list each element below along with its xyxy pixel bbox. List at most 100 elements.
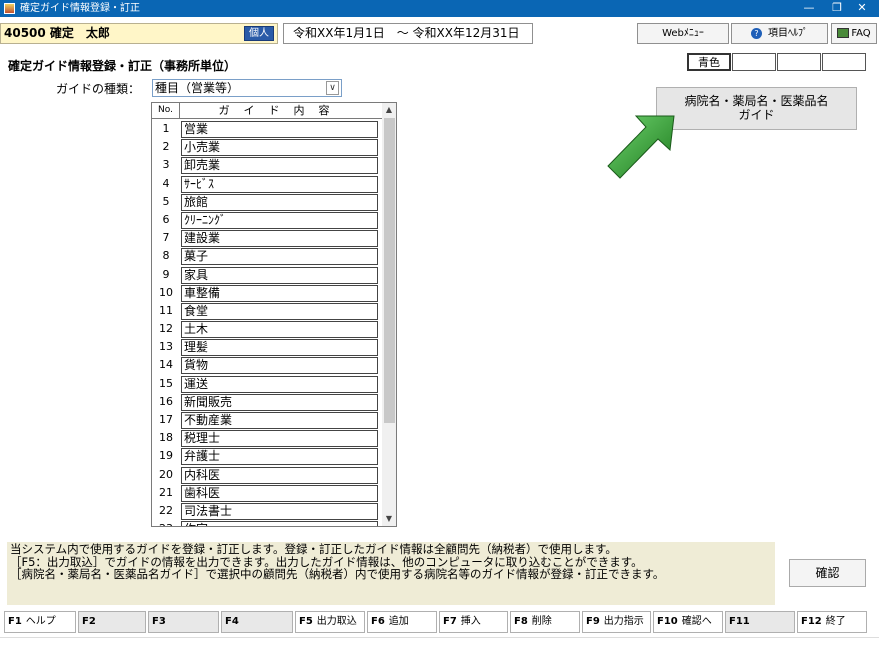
row-content-input[interactable]: 税理士 [181,430,378,448]
row-content-input[interactable]: 建設業 [181,230,378,248]
row-content-input[interactable]: 作家 [181,521,378,526]
fkey-f3-button[interactable]: F3 [148,611,219,633]
row-content-input[interactable]: 新聞販売 [181,393,378,411]
row-number: 17 [159,413,173,426]
table-row[interactable]: 5 旅館 [152,193,382,211]
table-row[interactable]: 11 食堂 [152,302,382,320]
fkey-key: F12 [801,616,822,627]
scroll-up-icon[interactable]: ▲ [382,103,396,117]
table-row[interactable]: 8 菓子 [152,247,382,266]
app-icon [4,3,15,14]
fkey-key: F9 [586,616,600,627]
fkey-f6-button[interactable]: F6 追加 [367,611,437,633]
row-number: 18 [159,431,173,445]
chevron-down-icon[interactable]: ∨ [326,81,339,95]
fkey-f8-button[interactable]: F8 削除 [510,611,580,633]
row-content-input[interactable]: 貨物 [181,357,378,375]
table-row[interactable]: 6 ｸﾘｰﾆﾝｸﾞ [152,211,382,229]
guide-type-value: 種目（営業等） [155,81,240,95]
title-bar: 確定ガイド情報登録・訂正 — ❐ ✕ [0,0,879,17]
row-number: 14 [159,358,173,372]
fkey-label: ヘルプ [25,616,56,627]
color-box-2 [732,53,776,71]
item-help-button[interactable]: ? 項目ﾍﾙﾌﾟ [731,23,828,44]
guide-list[interactable]: No. ガイド内容 1 営業 2 小売業 3 卸売業 4 ｻｰﾋﾞｽ 5 旅館 6 ｸﾘｰﾆﾝｸﾞ 7 建… [151,102,397,527]
row-number: 22 [159,503,173,517]
confirm-button[interactable]: 確認 [789,559,866,587]
scroll-down-icon[interactable]: ▼ [382,512,396,526]
fkey-f2-button[interactable]: F2 [78,611,146,633]
table-row[interactable]: 1 営業 [152,120,382,138]
table-row[interactable]: 19 弁護士 [152,447,382,466]
table-row[interactable]: 2 小売業 [152,138,382,157]
row-number: 5 [162,194,170,208]
row-content-input[interactable]: 理髪 [181,339,378,357]
fkey-f4-button[interactable]: F4 [221,611,293,633]
row-content-input[interactable]: 弁護士 [181,448,378,466]
fkey-key: F3 [152,616,166,627]
header-content: ガイド内容 [218,104,344,117]
guide-type-select[interactable]: 種目（営業等） ∨ [152,79,342,97]
row-content-input[interactable]: 営業 [181,121,378,138]
fkey-f5-button[interactable]: F5 出力取込 [295,611,365,633]
table-row[interactable]: 22 司法書士 [152,502,382,520]
table-row[interactable]: 15 運送 [152,375,382,393]
fkey-f1-button[interactable]: F1 ヘルプ [4,611,76,633]
row-content-input[interactable]: 土木 [181,321,378,339]
web-menu-button[interactable]: Webﾒﾆｭｰ [637,23,729,44]
table-row[interactable]: 23作家 [152,520,382,526]
row-content-input[interactable]: 歯科医 [181,484,378,502]
row-content-input[interactable]: 旅館 [181,193,378,211]
row-content-input[interactable]: 小売業 [181,139,378,157]
list-scrollbar[interactable]: ▲ ▼ [382,103,396,526]
row-number: 13 [159,340,173,354]
row-content-input[interactable]: 車整備 [181,284,378,302]
table-row[interactable]: 20 内科医 [152,466,382,484]
row-content-input[interactable]: 運送 [181,375,378,393]
table-row[interactable]: 7 建設業 [152,229,382,248]
fkey-f11-button[interactable]: F11 [725,611,795,633]
scroll-thumb[interactable] [384,118,395,423]
row-number: 15 [159,376,173,390]
table-row[interactable]: 3 卸売業 [152,156,382,175]
table-row[interactable]: 18 税理士 [152,429,382,448]
pointer-arrow-icon [607,115,675,179]
row-content-input[interactable]: 不動産業 [181,412,378,429]
table-row[interactable]: 17 不動産業 [152,411,382,429]
table-row[interactable]: 16 新聞販売 [152,393,382,411]
medical-guide-button[interactable]: 病院名・薬局名・医薬品名 ガイド [656,87,857,130]
row-content-input[interactable]: ｻｰﾋﾞｽ [181,175,378,193]
row-number: 11 [159,303,173,317]
fkey-f12-button[interactable]: F12 終了 [797,611,867,633]
table-row[interactable]: 21 歯科医 [152,484,382,502]
table-row[interactable]: 14 貨物 [152,356,382,375]
table-row[interactable]: 9 家具 [152,266,382,284]
fkey-f9-button[interactable]: F9 出力指示 [582,611,651,633]
color-box-3 [777,53,821,71]
fkey-key: F7 [443,616,457,627]
row-content-input[interactable]: 家具 [181,266,378,284]
table-row[interactable]: 12 土木 [152,320,382,339]
row-content-input[interactable]: 菓子 [181,248,378,266]
row-content-input[interactable]: 食堂 [181,302,378,320]
list-header: No. ガイド内容 [152,103,382,119]
faq-button[interactable]: FAQ [831,23,877,44]
table-row[interactable]: 13 理髪 [152,338,382,357]
table-row[interactable]: 4 ｻｰﾋﾞｽ [152,175,382,193]
fkey-f10-button[interactable]: F10 確認へ [653,611,723,633]
header: 40500 確定 太郎 個人 令和XX年1月1日 ～ 令和XX年12月31日 W… [0,20,879,46]
row-content-input[interactable]: 卸売業 [181,157,378,175]
info-line-1: 当システム内で使用するガイドを登録・訂正します。登録・訂正したガイド情報は全顧問… [10,542,617,556]
row-content-input[interactable]: 内科医 [181,466,378,484]
fkey-f7-button[interactable]: F7 挿入 [439,611,508,633]
close-button[interactable]: ✕ [845,0,879,17]
row-number: 2 [162,140,170,154]
period-display: 令和XX年1月1日 ～ 令和XX年12月31日 [283,23,533,44]
guide-type-label: ガイドの種類： [56,82,141,96]
row-number: 3 [162,158,170,172]
table-row[interactable]: 10 車整備 [152,284,382,302]
fkey-label: 削除 [531,616,552,627]
row-content-input[interactable]: ｸﾘｰﾆﾝｸﾞ [181,211,378,229]
row-content-input[interactable]: 司法書士 [181,502,378,520]
fkey-key: F10 [657,616,678,627]
